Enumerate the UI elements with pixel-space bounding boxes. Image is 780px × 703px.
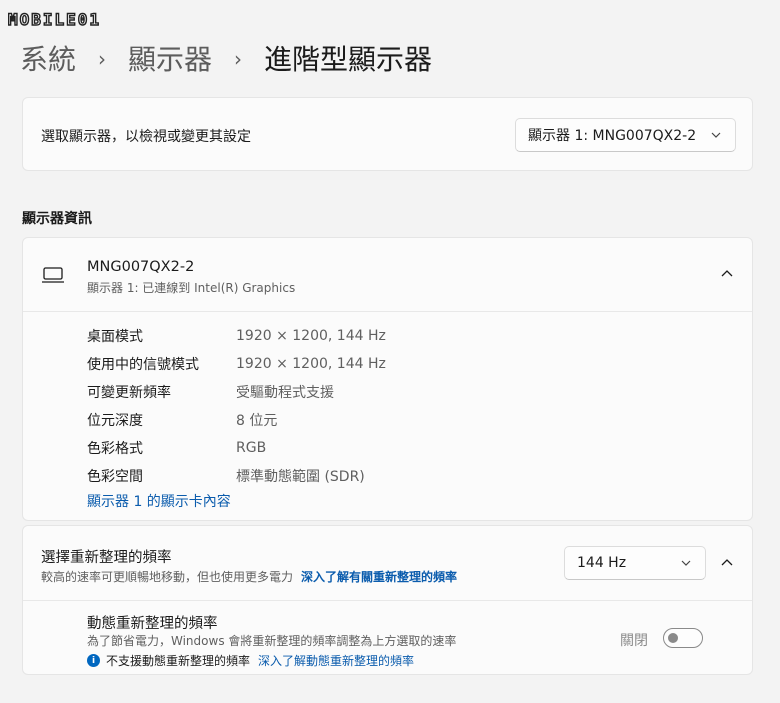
monitor-name: MNG007QX2-2: [87, 259, 195, 275]
display-info-rows: 桌面模式 1920 × 1200, 144 Hz 使用中的信號模式 1920 ×…: [87, 322, 386, 490]
refresh-rate-header[interactable]: 選擇重新整理的頻率 較高的速率可更順暢地移動，但也使用更多電力 深入了解有關重新整…: [23, 526, 752, 601]
info-key: 位元深度: [87, 413, 143, 429]
refresh-rate-description-text: 較高的速率可更順暢地移動，但也使用更多電力: [41, 570, 294, 584]
breadcrumb-system[interactable]: 系統: [20, 38, 76, 78]
info-row-color-format: 色彩格式 RGB: [87, 434, 386, 462]
info-row-color-space: 色彩空間 標準動態範圍 (SDR): [87, 462, 386, 490]
section-title-display-info: 顯示器資訊: [22, 211, 92, 227]
dynamic-refresh-description: 為了節省電力，Windows 會將重新整理的頻率調整為上方選取的速率: [87, 634, 457, 648]
watermark-logo-graphic: MOBILE01: [8, 9, 101, 29]
info-key: 可變更新頻率: [87, 385, 171, 401]
info-value: 1920 × 1200, 144 Hz: [236, 328, 386, 344]
dynamic-refresh-unsupported-text: 不支援動態重新整理的頻率: [106, 654, 251, 668]
dynamic-refresh-title: 動態重新整理的頻率: [87, 616, 218, 632]
monitor-connection: 顯示器 1: 已連線到 Intel(R) Graphics: [87, 281, 296, 295]
display-select-value: 顯示器 1: MNG007QX2-2: [528, 128, 697, 144]
breadcrumb: 系統 › 顯示器 › 進階型顯示器: [20, 38, 432, 78]
display-adapter-properties-link[interactable]: 顯示器 1 的顯示卡內容: [87, 491, 231, 511]
chevron-up-icon: [721, 270, 733, 277]
chevron-up-icon: [721, 559, 733, 566]
refresh-rate-description: 較高的速率可更順暢地移動，但也使用更多電力 深入了解有關重新整理的頻率: [41, 568, 457, 585]
dynamic-refresh-toggle[interactable]: [663, 628, 703, 648]
refresh-rate-card: 選擇重新整理的頻率 較高的速率可更順暢地移動，但也使用更多電力 深入了解有關重新整…: [22, 525, 753, 675]
laptop-icon: [42, 267, 64, 283]
chevron-down-icon: [711, 132, 721, 138]
info-row-active-signal-mode: 使用中的信號模式 1920 × 1200, 144 Hz: [87, 350, 386, 378]
collapse-refresh-rate-button[interactable]: [715, 551, 739, 575]
info-row-desktop-mode: 桌面模式 1920 × 1200, 144 Hz: [87, 322, 386, 350]
refresh-rate-dropdown[interactable]: 144 Hz: [564, 546, 706, 580]
info-row-bit-depth: 位元深度 8 位元: [87, 406, 386, 434]
info-value: 標準動態範圍 (SDR): [236, 469, 365, 485]
info-value: RGB: [236, 440, 267, 456]
breadcrumb-separator-icon: ›: [98, 47, 107, 71]
display-select-label: 選取顯示器，以檢視或變更其設定: [41, 129, 251, 145]
info-value: 8 位元: [236, 413, 278, 429]
display-info-card: MNG007QX2-2 顯示器 1: 已連線到 Intel(R) Graphic…: [22, 237, 753, 521]
info-value: 受驅動程式支援: [236, 385, 334, 401]
refresh-rate-value: 144 Hz: [577, 555, 627, 571]
info-icon: i: [87, 654, 100, 667]
display-info-header[interactable]: MNG007QX2-2 顯示器 1: 已連線到 Intel(R) Graphic…: [23, 238, 752, 312]
dynamic-refresh-warning: i 不支援動態重新整理的頻率 深入了解動態重新整理的頻率: [87, 652, 414, 669]
toggle-knob: [668, 633, 678, 643]
refresh-rate-learn-more-link[interactable]: 深入了解有關重新整理的頻率: [301, 570, 457, 584]
breadcrumb-separator-icon: ›: [234, 47, 243, 71]
info-row-variable-refresh: 可變更新頻率 受驅動程式支援: [87, 378, 386, 406]
page-title: 進階型顯示器: [264, 43, 433, 76]
display-select-card: 選取顯示器，以檢視或變更其設定 顯示器 1: MNG007QX2-2: [22, 97, 753, 171]
collapse-display-info-button[interactable]: [715, 262, 739, 286]
display-select-dropdown[interactable]: 顯示器 1: MNG007QX2-2: [515, 118, 736, 152]
info-key: 使用中的信號模式: [87, 357, 199, 373]
info-key: 色彩格式: [87, 441, 143, 457]
chevron-down-icon: [681, 560, 691, 566]
dynamic-refresh-toggle-label: 關閉: [620, 633, 648, 649]
refresh-rate-title: 選擇重新整理的頻率: [41, 550, 172, 566]
dynamic-refresh-learn-more-link[interactable]: 深入了解動態重新整理的頻率: [258, 652, 414, 669]
breadcrumb-display[interactable]: 顯示器: [128, 38, 212, 78]
info-key: 色彩空間: [87, 469, 143, 485]
info-key: 桌面模式: [87, 329, 143, 345]
info-value: 1920 × 1200, 144 Hz: [236, 356, 386, 372]
svg-text:MOBILE01: MOBILE01: [8, 10, 101, 29]
mobile01-watermark-logo: MOBILE01: [8, 4, 148, 32]
